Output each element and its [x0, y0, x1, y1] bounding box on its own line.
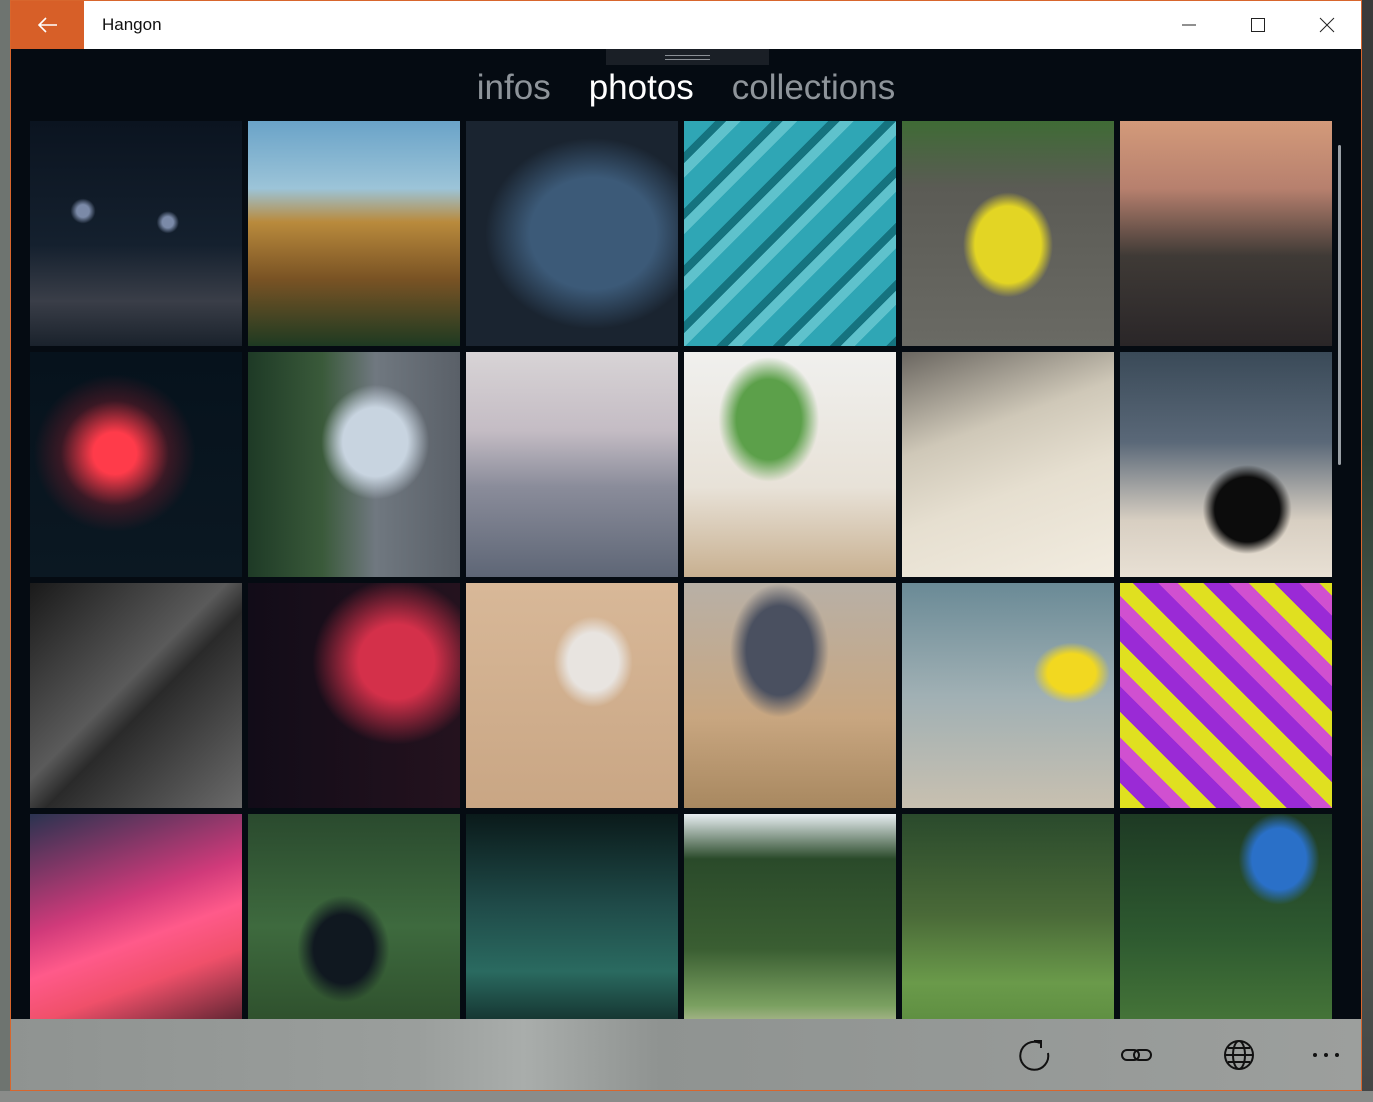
content-area: infos photos collections — [11, 49, 1361, 1090]
photo-tile[interactable] — [30, 583, 242, 808]
close-icon — [1319, 17, 1334, 33]
pivot-tabs: infos photos collections — [11, 63, 1361, 113]
desktop-background-right — [1362, 0, 1373, 1102]
photo-tile[interactable] — [902, 814, 1114, 1039]
photo-tile[interactable] — [30, 352, 242, 577]
photo-tile[interactable] — [466, 352, 678, 577]
maximize-button[interactable] — [1223, 1, 1292, 49]
desktop-background-bottom — [0, 1091, 1373, 1102]
tab-photos[interactable]: photos — [589, 63, 694, 113]
photo-tile[interactable] — [248, 352, 460, 577]
photo-tile[interactable] — [30, 814, 242, 1039]
minimize-icon — [1181, 24, 1196, 26]
window-title: Hangon — [102, 15, 162, 34]
photo-tile[interactable] — [684, 121, 896, 346]
photo-tile[interactable] — [902, 583, 1114, 808]
minimize-button[interactable] — [1154, 1, 1223, 49]
photo-tile[interactable] — [466, 814, 678, 1039]
command-bar — [11, 1019, 1361, 1090]
globe-button[interactable] — [1214, 1035, 1264, 1075]
close-button[interactable] — [1292, 1, 1361, 49]
photo-tile[interactable] — [1120, 583, 1332, 808]
photo-tile[interactable] — [1120, 814, 1332, 1039]
app-window: Hangon infos photos collections — [10, 0, 1362, 1091]
tab-collections[interactable]: collections — [732, 63, 895, 113]
more-button[interactable] — [1301, 1035, 1351, 1075]
photo-tile[interactable] — [684, 814, 896, 1039]
photo-tile[interactable] — [684, 352, 896, 577]
link-icon — [1121, 1049, 1152, 1061]
title-bar: Hangon — [11, 1, 1361, 49]
photo-tile[interactable] — [1120, 121, 1332, 346]
link-button[interactable] — [1112, 1035, 1162, 1075]
photo-tile[interactable] — [902, 352, 1114, 577]
back-button[interactable] — [11, 1, 84, 49]
photo-tile[interactable] — [902, 121, 1114, 346]
photo-tile[interactable] — [30, 121, 242, 346]
photo-tile[interactable] — [466, 583, 678, 808]
window-controls — [1154, 1, 1361, 49]
refresh-button[interactable] — [1010, 1035, 1060, 1075]
back-arrow-icon — [37, 17, 57, 33]
photo-tile[interactable] — [248, 814, 460, 1039]
handle-grip — [665, 54, 710, 60]
globe-icon — [1224, 1040, 1254, 1070]
maximize-icon — [1250, 18, 1265, 32]
more-icon — [1313, 1053, 1339, 1057]
photo-tile[interactable] — [684, 583, 896, 808]
photo-tile[interactable] — [248, 583, 460, 808]
scrollbar-thumb[interactable] — [1338, 145, 1341, 465]
photo-tile[interactable] — [466, 121, 678, 346]
refresh-icon — [1019, 1040, 1050, 1071]
photo-tile[interactable] — [248, 121, 460, 346]
photo-tile[interactable] — [1120, 352, 1332, 577]
tab-infos[interactable]: infos — [477, 63, 551, 113]
